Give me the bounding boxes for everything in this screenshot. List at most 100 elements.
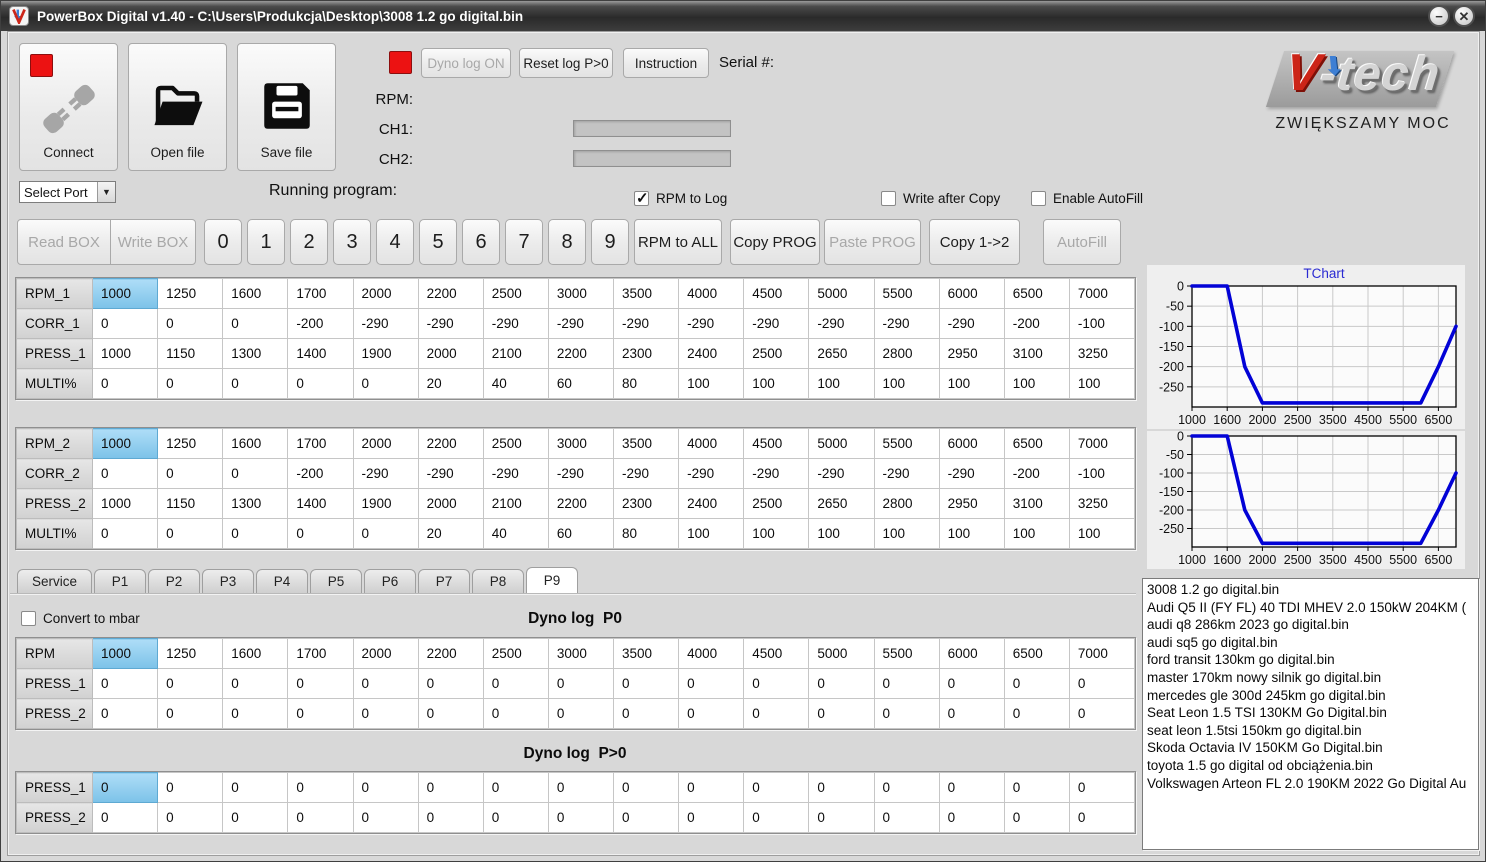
table-cell[interactable]: 100	[743, 518, 810, 549]
table-cell[interactable]: 0	[482, 772, 549, 803]
read-box-button[interactable]: Read BOX	[17, 219, 111, 265]
table-cell[interactable]: 0	[222, 518, 289, 549]
select-port-dropdown[interactable]: Select Port ▼	[19, 181, 116, 203]
table-cell[interactable]: 0	[743, 772, 810, 803]
table-cell[interactable]: 0	[91, 772, 159, 803]
table-cell[interactable]: 2500	[482, 278, 549, 309]
table-cell[interactable]: 0	[1068, 668, 1136, 699]
table-cell[interactable]: 1600	[222, 428, 289, 459]
table-cell[interactable]: 2200	[417, 278, 484, 309]
open-file-button[interactable]: Open file	[128, 43, 227, 171]
digit-button-3[interactable]: 3	[333, 219, 371, 265]
file-list-item[interactable]: master 170km nowy silnik go digital.bin	[1147, 669, 1478, 687]
table-cell[interactable]: 0	[157, 368, 224, 399]
save-file-button[interactable]: Save file	[237, 43, 336, 171]
table-cell[interactable]: 0	[352, 698, 419, 729]
table-cell[interactable]: 2000	[352, 638, 419, 669]
table-cell[interactable]: 2500	[482, 428, 549, 459]
table-cell[interactable]: 2300	[612, 488, 680, 519]
table-cell[interactable]: 0	[678, 772, 745, 803]
table-cell[interactable]: 0	[938, 698, 1005, 729]
table-cell[interactable]: 0	[938, 668, 1005, 699]
table-cell[interactable]: 0	[91, 308, 159, 339]
table-cell[interactable]: 100	[1068, 518, 1136, 549]
table-cell[interactable]: 0	[612, 772, 680, 803]
table-cell[interactable]: 0	[808, 802, 875, 833]
table-cell[interactable]: 0	[222, 458, 289, 489]
table-cell[interactable]: 2950	[938, 488, 1005, 519]
table-cell[interactable]: 3500	[612, 638, 680, 669]
tab-p6[interactable]: P6	[364, 569, 417, 594]
table-cell[interactable]: 0	[482, 668, 549, 699]
table-cell[interactable]: 0	[873, 802, 940, 833]
digit-button-9[interactable]: 9	[591, 219, 629, 265]
table-cell[interactable]: 0	[1068, 698, 1136, 729]
table-cell[interactable]: -290	[873, 308, 940, 339]
table-cell[interactable]: -290	[743, 308, 810, 339]
table-cell[interactable]: 4500	[743, 278, 810, 309]
table-cell[interactable]: 1150	[157, 338, 224, 369]
table-cell[interactable]: 0	[808, 698, 875, 729]
table-cell[interactable]: 80	[612, 518, 680, 549]
table-cell[interactable]: 3500	[612, 278, 680, 309]
table-cell[interactable]: 2800	[873, 338, 940, 369]
table-cell[interactable]: 0	[482, 698, 549, 729]
table-cell[interactable]: 1900	[352, 488, 419, 519]
table-cell[interactable]: 1000	[91, 488, 159, 519]
table-cell[interactable]: 2400	[678, 338, 745, 369]
table-cell[interactable]: 0	[157, 668, 224, 699]
connect-button[interactable]: Connect	[19, 43, 118, 171]
file-list-item[interactable]: audi q8 286km 2023 go digital.bin	[1147, 616, 1478, 634]
table-cell[interactable]: 2300	[612, 338, 680, 369]
reset-log-button[interactable]: Reset log P>0	[519, 48, 613, 78]
table-cell[interactable]: 0	[157, 802, 224, 833]
table-cell[interactable]: 2000	[417, 338, 484, 369]
table-cell[interactable]: 0	[743, 802, 810, 833]
table-cell[interactable]: 4000	[678, 278, 745, 309]
table-cell[interactable]: 2000	[417, 488, 484, 519]
table-cell[interactable]: 0	[287, 668, 354, 699]
table-cell[interactable]: 1600	[222, 278, 289, 309]
table-cell[interactable]: 60	[547, 518, 615, 549]
table-cell[interactable]: 0	[547, 802, 615, 833]
table-cell[interactable]: 1000	[91, 338, 159, 369]
table-cell[interactable]: 3000	[547, 638, 615, 669]
table-cell[interactable]: 100	[743, 368, 810, 399]
table-cell[interactable]: -290	[938, 308, 1005, 339]
table-cell[interactable]: 100	[1003, 368, 1070, 399]
paste-prog-button[interactable]: Paste PROG	[824, 219, 921, 265]
table-cell[interactable]: 2200	[417, 428, 484, 459]
close-button[interactable]: ✕	[1453, 5, 1475, 27]
table-cell[interactable]: -290	[938, 458, 1005, 489]
table-cell[interactable]: 0	[352, 368, 419, 399]
table-cell[interactable]: 0	[743, 668, 810, 699]
table-cell[interactable]: 0	[91, 518, 159, 549]
file-list-item[interactable]: Skoda Octavia IV 150KM Go Digital.bin	[1147, 739, 1478, 757]
table-cell[interactable]: 0	[352, 802, 419, 833]
table-cell[interactable]: 5000	[808, 278, 875, 309]
table-cell[interactable]: 0	[612, 698, 680, 729]
table-cell[interactable]: 60	[547, 368, 615, 399]
table-cell[interactable]: 1250	[157, 428, 224, 459]
table-cell[interactable]: 0	[808, 668, 875, 699]
table-cell[interactable]: 2800	[873, 488, 940, 519]
table-cell[interactable]: 1600	[222, 638, 289, 669]
table-cell[interactable]: -100	[1068, 458, 1136, 489]
table-cell[interactable]: 2000	[352, 428, 419, 459]
table-cell[interactable]: 0	[222, 668, 289, 699]
tab-p9[interactable]: P9	[526, 567, 579, 594]
table-cell[interactable]: 0	[287, 802, 354, 833]
table-cell[interactable]: 100	[938, 368, 1005, 399]
table-cell[interactable]: 100	[873, 368, 940, 399]
table-cell[interactable]: -290	[873, 458, 940, 489]
table-cell[interactable]: 0	[612, 668, 680, 699]
table-cell[interactable]: 0	[417, 668, 484, 699]
table-cell[interactable]: 1250	[157, 278, 224, 309]
file-list-item[interactable]: 3008 1.2 go digital.bin	[1147, 581, 1478, 599]
write-after-copy-checkbox[interactable]: Write after Copy	[881, 191, 1000, 206]
table-cell[interactable]: 2000	[352, 278, 419, 309]
file-list-item[interactable]: Seat Leon 1.5 TSI 130KM Go Digital.bin	[1147, 704, 1478, 722]
file-list-item[interactable]: toyota 1.5 go digital od obciążenia.bin	[1147, 757, 1478, 775]
table-cell[interactable]: 6500	[1003, 638, 1070, 669]
table-cell[interactable]: 100	[678, 368, 745, 399]
